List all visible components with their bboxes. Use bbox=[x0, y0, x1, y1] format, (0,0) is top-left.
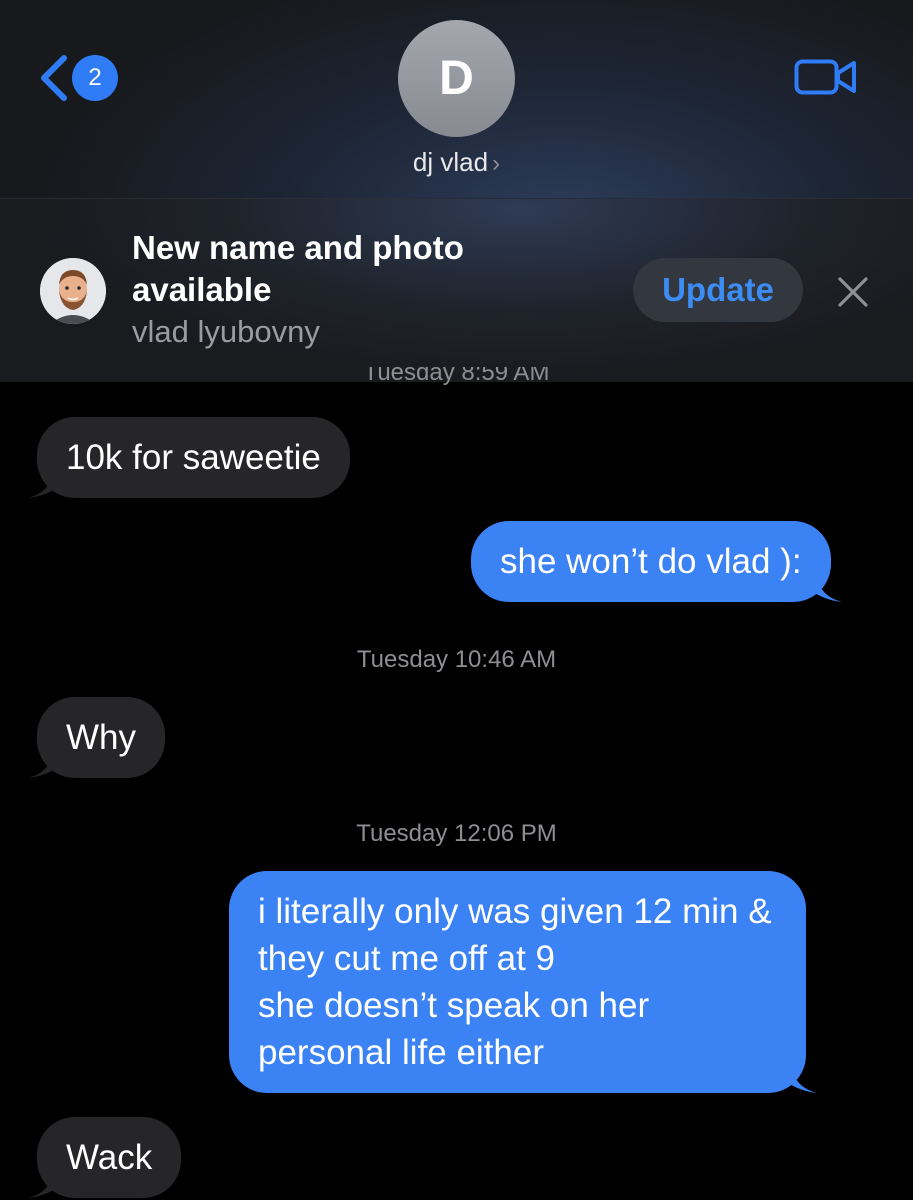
update-button[interactable]: Update bbox=[633, 258, 803, 322]
message-text: 10k for saweetie bbox=[66, 438, 321, 477]
banner-subtitle: vlad lyubovny bbox=[132, 314, 320, 349]
incoming-message-bubble[interactable]: Why bbox=[28, 697, 165, 778]
message-line: she doesn’t speak on her bbox=[258, 986, 650, 1025]
incoming-message-bubble[interactable]: 10k for saweetie bbox=[28, 417, 350, 498]
outgoing-message-bubble[interactable]: i literally only was given 12 min & they… bbox=[229, 871, 817, 1093]
messages-screen: 2 D dj vlad › New name and photo availab… bbox=[0, 0, 913, 1200]
contact-avatar[interactable]: D bbox=[398, 20, 515, 137]
bubble-tail bbox=[784, 1061, 817, 1093]
timestamp: Tuesday 12:06 PM bbox=[356, 820, 557, 847]
contact-name: dj vlad bbox=[412, 147, 489, 177]
chevron-right-icon: › bbox=[492, 150, 501, 177]
outgoing-message-bubble[interactable]: she won’t do vlad ): bbox=[471, 521, 842, 602]
message-line: they cut me off at 9 bbox=[258, 939, 556, 978]
bubble-tail bbox=[809, 570, 842, 602]
chevron-left-icon bbox=[41, 55, 67, 101]
message-line: i literally only was given 12 min & bbox=[258, 892, 772, 931]
bubble-tail bbox=[28, 1166, 60, 1198]
name-photo-banner: New name and photo available vlad lyubov… bbox=[0, 198, 913, 382]
banner-title: New name and photo available bbox=[132, 229, 464, 308]
contact-name-button[interactable]: dj vlad › bbox=[0, 144, 913, 182]
bubble-tail bbox=[28, 746, 60, 778]
memoji-avatar bbox=[40, 258, 106, 324]
message-line: personal life either bbox=[258, 1033, 544, 1072]
message-text: Why bbox=[66, 718, 136, 757]
unread-count-badge: 2 bbox=[72, 55, 118, 101]
message-text: Wack bbox=[66, 1138, 153, 1177]
timestamp: Tuesday 10:46 AM bbox=[356, 646, 557, 673]
bubble-tail bbox=[28, 466, 60, 498]
incoming-message-bubble[interactable]: Wack bbox=[28, 1117, 182, 1198]
back-button[interactable]: 2 bbox=[36, 52, 126, 104]
video-camera-icon[interactable] bbox=[794, 56, 858, 98]
close-icon[interactable] bbox=[834, 273, 872, 311]
message-text: she won’t do vlad ): bbox=[500, 542, 802, 581]
timestamp: Tuesday 8:59 AM bbox=[363, 367, 550, 386]
conversation-header: 2 D dj vlad › bbox=[0, 0, 913, 198]
